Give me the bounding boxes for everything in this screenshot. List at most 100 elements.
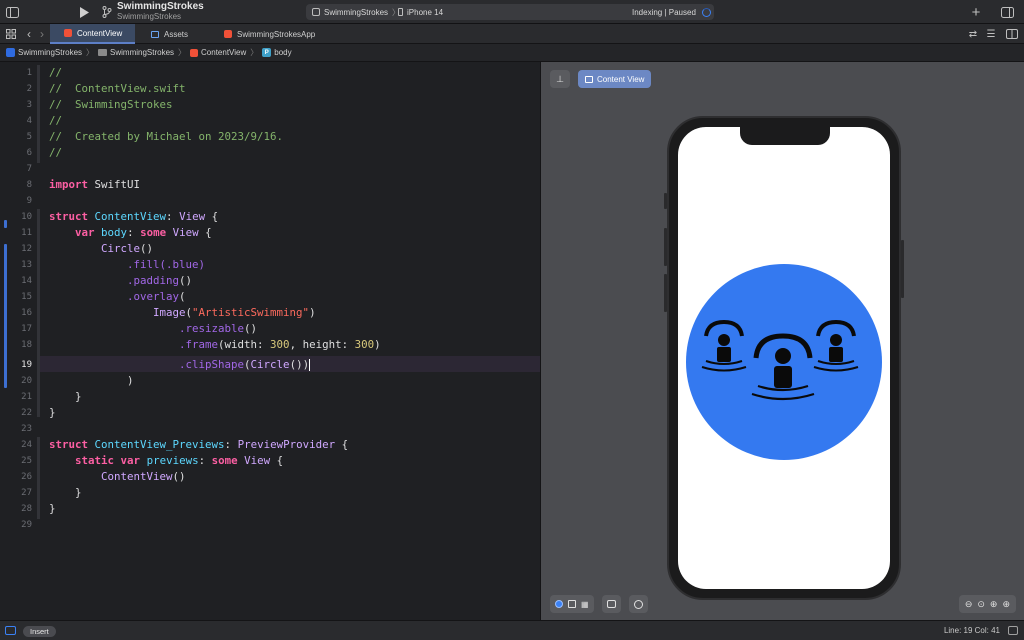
live-mode-icon[interactable] — [555, 600, 563, 608]
sidebar-toggle-icon[interactable] — [4, 4, 20, 20]
status-bar: Insert Line: 19 Col: 41 — [0, 620, 1024, 640]
add-icon[interactable]: + — [968, 4, 984, 21]
line-number-current: 19 — [21, 360, 32, 370]
zoom-out-icon[interactable]: ⊖ — [965, 599, 973, 610]
grid-icon[interactable] — [3, 26, 19, 42]
code-line: struct ContentView: View { — [49, 210, 219, 223]
breadcrumb-label: body — [274, 48, 292, 57]
editor-options-icon[interactable]: ☰ — [983, 26, 999, 42]
line-number: 25 — [21, 456, 32, 466]
line-number: 1 — [26, 68, 32, 78]
line-number: 22 — [21, 408, 32, 418]
split-editor-icon[interactable] — [1004, 26, 1020, 42]
chevron-right-icon: 〉 — [86, 48, 95, 57]
variants-icon[interactable]: ▦ — [581, 600, 589, 609]
code-line: struct ContentView_Previews: PreviewProv… — [49, 438, 349, 451]
status-text: Indexing | Paused — [632, 7, 696, 17]
xcode-window: SwimmingStrokes SwimmingStrokes Swimming… — [0, 0, 1024, 640]
line-number: 14 — [21, 276, 32, 286]
preview-selector-button[interactable]: Content View — [578, 70, 652, 88]
cursor-position: Line: 19 Col: 41 — [943, 626, 1000, 635]
environment-button[interactable] — [628, 595, 648, 613]
tab-label: SwimmingStrokesApp — [237, 29, 316, 39]
code-line: .overlay( — [127, 290, 186, 303]
folder-icon — [98, 49, 108, 56]
face-icon — [633, 599, 643, 609]
insert-mode-badge: Insert — [23, 626, 56, 637]
branch-icon[interactable] — [99, 4, 115, 20]
debug-area-toggle-icon[interactable] — [5, 626, 16, 635]
preview-icon — [585, 75, 593, 83]
breadcrumb-file[interactable]: ContentView — [190, 48, 246, 57]
code-line: ContentView() — [101, 470, 186, 483]
run-button[interactable] — [76, 4, 92, 20]
preview-mode-group: ▦ — [550, 595, 594, 613]
device-settings-button[interactable] — [601, 595, 621, 613]
notch — [740, 127, 830, 145]
line-number: 10 — [21, 212, 32, 222]
project-subtitle: SwimmingStrokes — [117, 12, 182, 21]
breadcrumb-project[interactable]: SwimmingStrokes — [6, 48, 82, 57]
inspector-area-toggle-icon[interactable] — [1008, 626, 1018, 635]
tab-contentview[interactable]: ContentView — [50, 24, 135, 44]
activity-status: Indexing | Paused — [632, 7, 711, 17]
scheme-selector[interactable]: SwimmingStrokes 〉 — [312, 7, 400, 18]
related-items-icon[interactable]: ⇄ — [965, 26, 981, 42]
project-name: SwimmingStrokes — [117, 1, 204, 12]
chevron-right-icon: 〉 — [178, 48, 187, 57]
zoom-fit-icon[interactable]: ⊙ — [977, 599, 985, 610]
code-line: .resizable() — [179, 322, 258, 335]
code-line: } — [49, 406, 56, 419]
app-icon — [312, 8, 320, 16]
breadcrumb-folder[interactable]: SwimmingStrokes — [98, 48, 174, 57]
code-line-current: .clipShape(Circle()) — [179, 358, 311, 371]
tab-label: Assets — [164, 29, 189, 39]
device-name: iPhone 14 — [407, 7, 444, 17]
inspector-toggle-icon[interactable] — [999, 4, 1015, 20]
device-selector[interactable]: iPhone 14 — [398, 8, 443, 17]
swift-file-icon — [64, 29, 72, 37]
swift-file-icon — [224, 30, 232, 38]
project-title[interactable]: SwimmingStrokes SwimmingStrokes — [117, 1, 204, 22]
action-button — [664, 193, 667, 209]
line-number: 18 — [21, 340, 32, 350]
code-line: } — [49, 502, 56, 515]
forward-icon[interactable]: › — [34, 26, 50, 42]
line-number: 29 — [21, 520, 32, 530]
line-number: 2 — [26, 84, 32, 94]
tab-swimmingstrokesapp[interactable]: SwimmingStrokesApp — [210, 24, 330, 44]
breadcrumb-symbol[interactable]: P body — [262, 48, 292, 57]
line-number: 23 — [21, 424, 32, 434]
breadcrumb-label: SwimmingStrokes — [110, 48, 175, 57]
zoom-actual-icon[interactable]: ⊕ — [990, 599, 998, 610]
title-bar: SwimmingStrokes SwimmingStrokes Swimming… — [0, 0, 1024, 24]
zoom-in-icon[interactable]: ⊕ — [1002, 599, 1010, 610]
project-icon — [6, 48, 15, 57]
property-badge-icon: P — [262, 48, 272, 57]
editor-tab-bar: ‹ › ContentView Assets SwimmingStrokesAp… — [0, 24, 1024, 44]
line-number: 24 — [21, 440, 32, 450]
text-cursor — [309, 359, 311, 371]
blue-circle — [686, 264, 882, 460]
code-line: Image("ArtisticSwimming") — [153, 306, 316, 319]
code-line: } — [75, 390, 82, 403]
code-line: .padding() — [127, 274, 193, 287]
iphone-device-frame — [664, 116, 904, 600]
asset-catalog-icon — [151, 30, 159, 38]
chevron-right-icon: 〉 — [250, 48, 259, 57]
line-number: 9 — [26, 196, 32, 206]
line-number: 8 — [26, 180, 32, 190]
code-line: .fill(.blue) — [127, 258, 206, 271]
line-number: 21 — [21, 392, 32, 402]
line-number: 28 — [21, 504, 32, 514]
volume-down-button — [664, 274, 667, 312]
iphone-icon — [398, 8, 403, 16]
pin-preview-button[interactable]: ⊥ — [550, 70, 570, 88]
source-editor[interactable]: 1 2 3 4 5 6 7 8 9 10 11 12 13 14 15 16 1… — [0, 62, 540, 620]
line-number: 27 — [21, 488, 32, 498]
simulator-screen[interactable] — [678, 127, 890, 589]
device-settings-icon — [606, 600, 616, 608]
tab-assets[interactable]: Assets — [137, 24, 207, 44]
selectable-mode-icon[interactable] — [568, 600, 576, 608]
line-number: 16 — [21, 308, 32, 318]
